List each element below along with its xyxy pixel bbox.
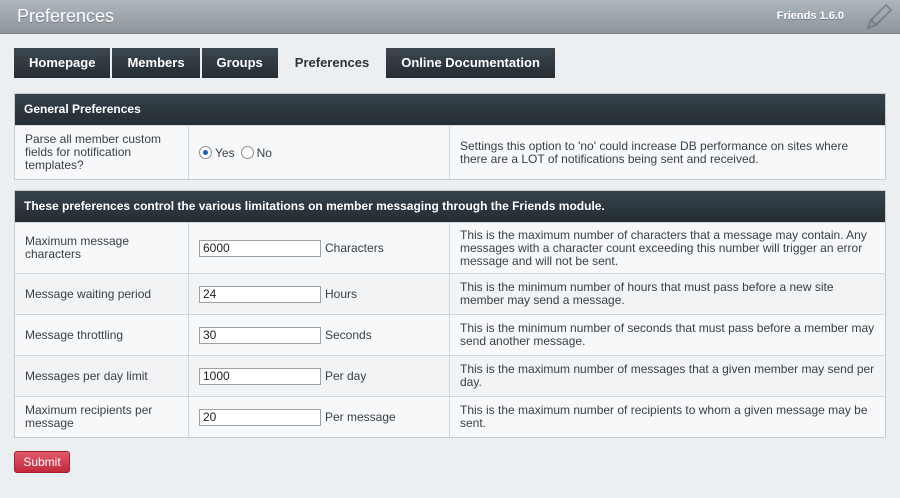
no-label: No [256, 145, 272, 160]
max-recipients-input[interactable] [199, 408, 321, 426]
setting-label: Parse all member custom fields for notif… [15, 126, 189, 179]
max-recipients-control: Per message [189, 397, 450, 437]
window-title: Preferences [17, 6, 115, 26]
setting-description: This is the minimum number of seconds th… [460, 321, 875, 348]
tab-groups[interactable]: Groups [201, 48, 278, 78]
tab-preferences[interactable]: Preferences [279, 48, 385, 78]
tab-bar: Homepage Members Groups Preferences Onli… [14, 48, 557, 78]
per-day-limit-input[interactable] [199, 367, 321, 385]
general-preferences-header: General Preferences [15, 94, 885, 125]
messaging-preferences-panel: These preferences control the various li… [14, 190, 886, 438]
version-label: Friends 1.6.0 [776, 10, 844, 22]
unit-label: Hours [325, 287, 358, 301]
max-characters-input[interactable] [199, 239, 321, 257]
setting-description: This is the minimum number of hours that… [460, 280, 834, 307]
per-day-limit-row: Messages per day limit Per day This is t… [15, 355, 885, 396]
yes-radio[interactable]: Yes [199, 146, 235, 160]
title-bar: Preferences Friends 1.6.0 [0, 0, 900, 34]
unit-label: Seconds [325, 328, 372, 342]
throttling-input[interactable] [199, 326, 321, 344]
unit-label: Characters [325, 241, 384, 255]
max-characters-row: Maximum message characters Characters Th… [15, 222, 885, 273]
setting-label: Maximum recipients per message [15, 397, 189, 437]
tab-members[interactable]: Members [112, 48, 200, 78]
submit-button[interactable]: Submit [14, 451, 70, 473]
waiting-period-row: Message waiting period Hours This is the… [15, 273, 885, 314]
setting-label: Message throttling [15, 315, 189, 355]
throttling-control: Seconds [189, 315, 450, 355]
setting-label: Messages per day limit [15, 356, 189, 396]
setting-label: Maximum message characters [15, 223, 189, 273]
parse-custom-fields-row: Parse all member custom fields for notif… [15, 125, 885, 179]
waiting-period-input[interactable] [199, 285, 321, 303]
setting-description: This is the maximum number of characters… [460, 227, 867, 268]
setting-label: Message waiting period [15, 274, 189, 314]
per-day-limit-control: Per day [189, 356, 450, 396]
radio-unselected-icon [240, 146, 254, 159]
pencil-icon [866, 3, 893, 30]
max-recipients-row: Maximum recipients per message Per messa… [15, 396, 885, 437]
no-radio[interactable]: No [240, 145, 272, 160]
unit-label: Per day [325, 369, 367, 383]
max-characters-control: Characters [189, 223, 450, 273]
parse-custom-fields-options: Yes No [189, 126, 450, 179]
general-preferences-panel: General Preferences Parse all member cus… [14, 93, 886, 180]
setting-description: Settings this option to 'no' could incre… [460, 138, 849, 166]
yes-label: Yes [215, 145, 235, 160]
messaging-preferences-header: These preferences control the various li… [15, 191, 885, 222]
waiting-period-control: Hours [189, 274, 450, 314]
throttling-row: Message throttling Seconds This is the m… [15, 314, 885, 355]
setting-description: This is the maximum number of messages t… [460, 362, 875, 389]
setting-description: This is the maximum number of recipients… [460, 403, 868, 430]
unit-label: Per message [325, 410, 396, 424]
tab-online-documentation[interactable]: Online Documentation [386, 48, 555, 78]
radio-selected-icon [199, 146, 212, 159]
tab-homepage[interactable]: Homepage [14, 48, 111, 78]
